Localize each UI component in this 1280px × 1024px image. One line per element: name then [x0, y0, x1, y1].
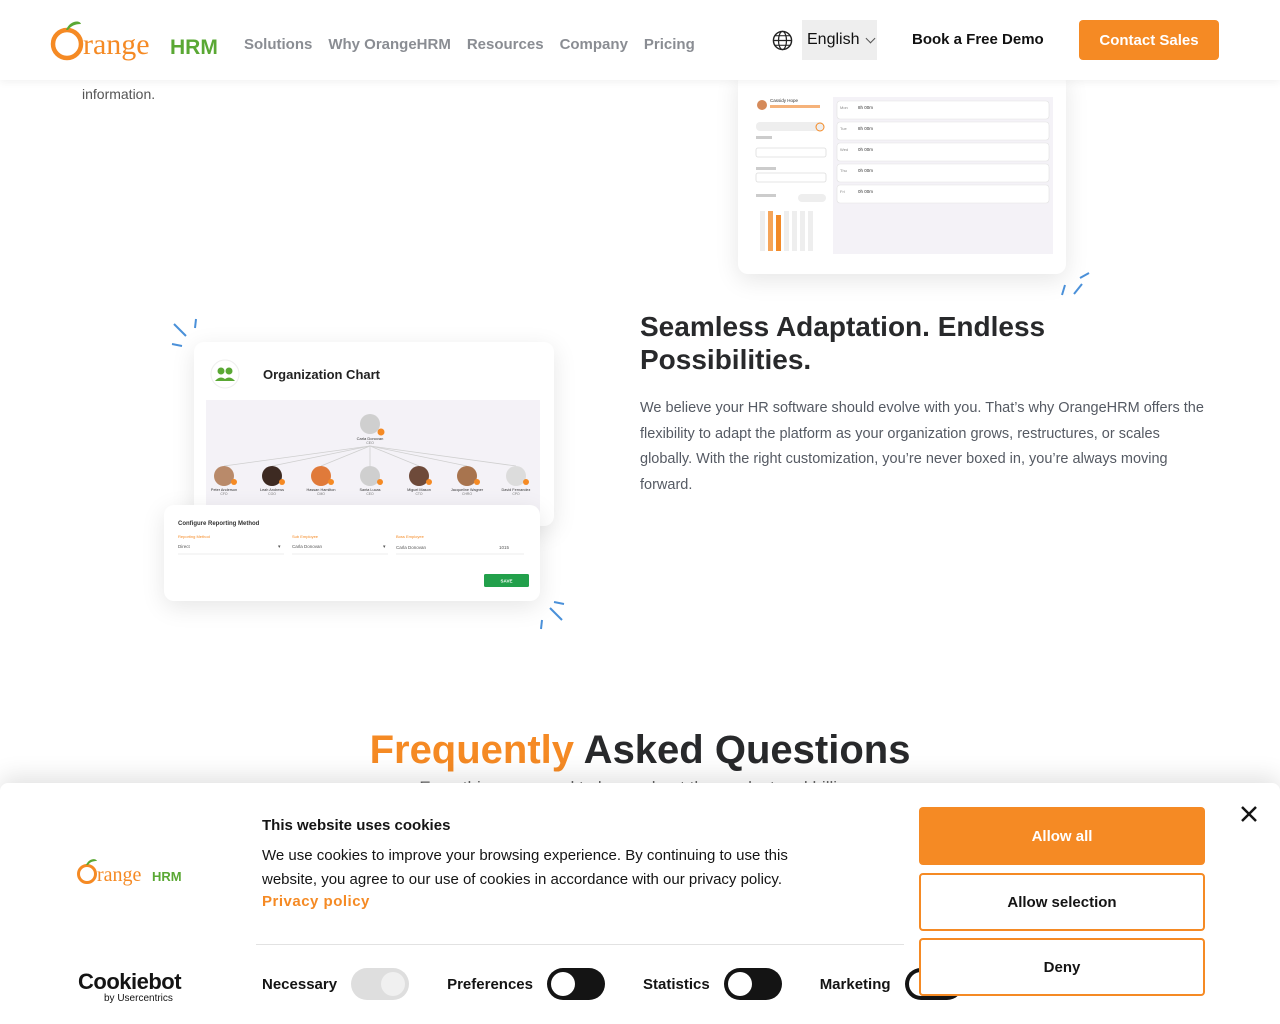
- language-select[interactable]: English: [802, 20, 877, 60]
- nav-company[interactable]: Company: [560, 36, 628, 53]
- org-chart-preview-image: Organization Chart Carla Donovan CEO Pet…: [194, 342, 554, 526]
- svg-text:▾: ▾: [278, 544, 281, 550]
- reporting-method-graphic: Configure Reporting Method Reporting Met…: [178, 521, 529, 587]
- svg-text:CPO: CPO: [512, 492, 520, 496]
- necessary-switch: [351, 968, 410, 1000]
- toggle-label: Statistics: [642, 975, 710, 993]
- svg-text:CMO: CMO: [317, 492, 325, 496]
- nav-why-orangehrm[interactable]: Why OrangeHRM: [328, 36, 451, 53]
- svg-text:Carla Donovan: Carla Donovan: [292, 544, 323, 549]
- language-value: English: [807, 31, 860, 48]
- faq-heading: Frequently Asked Questions: [0, 728, 1280, 773]
- svg-text:0h 00m: 0h 00m: [858, 189, 873, 194]
- svg-text:Wed: Wed: [840, 147, 848, 152]
- svg-text:Sub Employee: Sub Employee: [292, 534, 319, 539]
- ts-employee: Cassidy Hope: [770, 98, 799, 103]
- book-demo-link[interactable]: Book a Free Demo: [912, 31, 1044, 48]
- feature-description: We believe your HR software should evolv…: [640, 400, 1204, 493]
- svg-text:0h 00m: 0h 00m: [858, 147, 873, 152]
- svg-text:CTO: CTO: [415, 492, 422, 496]
- svg-text:8h 00m: 8h 00m: [858, 105, 873, 110]
- svg-text:Carla Donovan: Carla Donovan: [396, 545, 427, 550]
- privacy-policy-link[interactable]: Privacy policy: [262, 893, 370, 910]
- svg-text:Thu: Thu: [840, 168, 847, 173]
- cookiebot-brand[interactable]: Cookiebot by Usercentrics: [78, 969, 182, 1004]
- svg-text:1015: 1015: [499, 545, 510, 550]
- toggle-label: Preferences: [447, 975, 533, 993]
- nav-pricing[interactable]: Pricing: [644, 36, 695, 53]
- allow-all-button[interactable]: Allow all: [919, 807, 1205, 865]
- orangehrm-logo[interactable]: range HRM: [50, 18, 222, 64]
- chevron-down-icon: [866, 33, 876, 43]
- svg-text:SAVE: SAVE: [501, 579, 513, 584]
- preferences-switch[interactable]: [546, 968, 605, 1000]
- cookie-banner: range HRM Cookiebot by Usercentrics This…: [0, 783, 1280, 1024]
- svg-text:Configure Reporting Method: Configure Reporting Method: [178, 521, 260, 527]
- logo-hrm: HRM: [170, 36, 218, 59]
- cookiebot-name: Cookiebot: [78, 969, 182, 994]
- cookie-text: We use cookies to improve your browsing …: [262, 847, 788, 888]
- svg-text:Reporting Method: Reporting Method: [178, 534, 210, 539]
- svg-text:Tue: Tue: [840, 126, 848, 131]
- svg-text:Fri: Fri: [840, 189, 845, 194]
- cookie-divider: [256, 944, 904, 945]
- logo-hrm: HRM: [152, 869, 182, 884]
- svg-text:CEO: CEO: [366, 492, 374, 496]
- main-nav: Solutions Why OrangeHRM Resources Compan…: [244, 36, 711, 53]
- cookie-title: This website uses cookies: [262, 817, 451, 834]
- logo-word: range: [97, 864, 142, 886]
- svg-text:Boss Employee: Boss Employee: [396, 534, 425, 539]
- decorative-sparkle: [1061, 272, 1090, 296]
- svg-text:COO: COO: [268, 492, 276, 496]
- svg-text:Direct: Direct: [178, 544, 191, 549]
- decorative-sparkle: [540, 601, 565, 630]
- site-header: range HRM Solutions Why OrangeHRM Resour…: [0, 0, 1280, 80]
- org-chart-graphic: Organization Chart Carla Donovan CEO Pet…: [206, 359, 540, 526]
- svg-text:Mon: Mon: [840, 105, 848, 110]
- svg-text:0h 00m: 0h 00m: [858, 168, 873, 173]
- reporting-method-preview-image: Configure Reporting Method Reporting Met…: [164, 505, 540, 601]
- orangehrm-logo: range HRM: [77, 859, 182, 886]
- svg-text:CEO: CEO: [366, 441, 374, 445]
- contact-sales-button[interactable]: Contact Sales: [1079, 20, 1219, 60]
- toggle-preferences: Preferences: [447, 968, 605, 1000]
- faq-heading-rest: Asked Questions: [574, 728, 911, 772]
- previous-section-text: information.: [82, 86, 156, 102]
- globe-icon: [772, 30, 793, 51]
- svg-text:8h 00m: 8h 00m: [858, 126, 873, 131]
- timesheet-preview-graphic: Cassidy Hope Mon Tue Wed Thu Fri 8h 00m: [755, 97, 1053, 254]
- org-chart-title: Organization Chart: [263, 367, 381, 382]
- svg-text:▾: ▾: [383, 544, 386, 550]
- cookie-consent-toggles: Necessary Preferences Statistics Marketi…: [262, 968, 1001, 1000]
- close-icon[interactable]: [1238, 803, 1260, 825]
- svg-text:CFO: CFO: [220, 492, 228, 496]
- nav-resources[interactable]: Resources: [467, 36, 544, 53]
- logo-word: range: [83, 28, 150, 61]
- faq-heading-accent: Frequently: [369, 728, 575, 772]
- toggle-label: Necessary: [262, 975, 338, 993]
- svg-text:CHRO: CHRO: [462, 492, 472, 496]
- statistics-switch[interactable]: [723, 968, 782, 1000]
- deny-button[interactable]: Deny: [919, 938, 1205, 996]
- toggle-label: Marketing: [819, 975, 891, 993]
- toggle-necessary: Necessary: [262, 968, 410, 1000]
- nav-solutions[interactable]: Solutions: [244, 36, 312, 53]
- toggle-statistics: Statistics: [643, 968, 782, 1000]
- allow-selection-button[interactable]: Allow selection: [919, 873, 1205, 931]
- timesheet-preview-image: Cassidy Hope Mon Tue Wed Thu Fri 8h 00m: [738, 72, 1066, 274]
- feature-heading: Seamless Adaptation. Endless Possibiliti…: [640, 311, 1046, 375]
- ts-rows: Mon Tue Wed Thu Fri 8h 00m 8h 00m 0h 00m…: [836, 100, 1050, 204]
